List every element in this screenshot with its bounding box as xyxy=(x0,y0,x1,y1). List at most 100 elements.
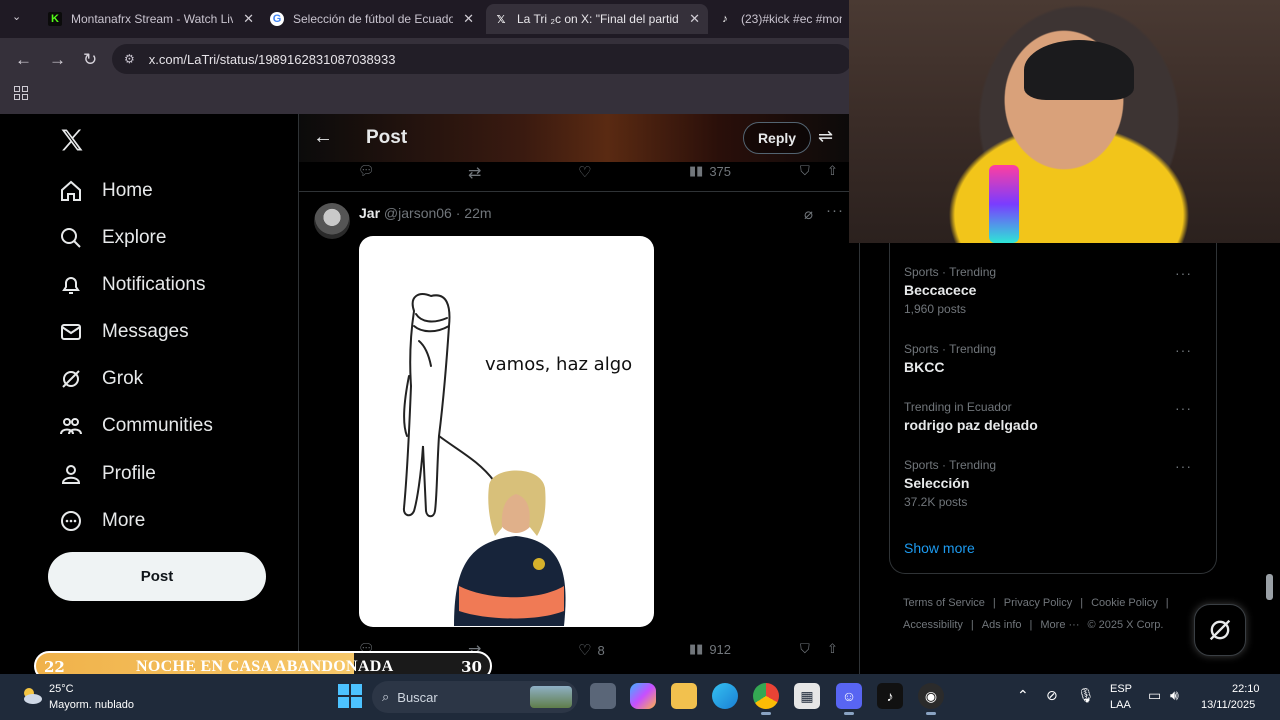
footer-sep: | xyxy=(1165,597,1169,609)
apps-grid-icon[interactable] xyxy=(14,86,28,100)
tab-title: (23)#kick #ec #montan xyxy=(741,12,842,26)
scrollbar-thumb[interactable] xyxy=(1266,574,1273,600)
language-indicator[interactable]: ESP xyxy=(1110,683,1132,695)
keyboard-layout[interactable]: LAA xyxy=(1110,699,1131,711)
x-logo-icon[interactable] xyxy=(58,126,86,154)
views-stat[interactable]: ▮▮ 375 xyxy=(689,163,731,179)
taskbar-search[interactable]: ⌕ Buscar xyxy=(372,681,578,713)
trend-item[interactable]: Sports · Trending Beccacece 1,960 posts … xyxy=(904,265,1204,316)
tab-montanafrx[interactable]: K Montanafrx Stream - Watch Live ✕ xyxy=(40,4,262,34)
nav-profile[interactable]: Profile xyxy=(58,459,156,489)
tab-title: Selección de fútbol de Ecuador xyxy=(293,12,454,26)
url-text: x.com/LaTri/status/1989162831087038933 xyxy=(148,51,396,67)
trend-name: BKCC xyxy=(904,359,945,375)
more-options-icon[interactable]: ··· xyxy=(1175,265,1192,281)
tab-seleccion[interactable]: G Selección de fútbol de Ecuador ✕ xyxy=(262,4,482,34)
chrome-icon[interactable] xyxy=(753,683,779,715)
nav-explore[interactable]: Explore xyxy=(58,223,166,253)
sliders-icon[interactable]: ⇌ xyxy=(818,126,833,147)
share-icon[interactable]: ⇧ xyxy=(827,163,838,179)
more-options-icon[interactable]: ··· xyxy=(1175,400,1192,416)
discord-icon[interactable]: ☺ xyxy=(836,683,862,715)
edge-icon[interactable] xyxy=(712,683,738,709)
like-count: 8 xyxy=(597,642,605,658)
tab-title: Montanafrx Stream - Watch Live xyxy=(71,12,234,26)
trend-item[interactable]: Trending in Ecuador rodrigo paz delgado … xyxy=(904,400,1204,433)
weather-cloud-icon[interactable] xyxy=(20,684,44,708)
compose-post-button[interactable]: Post xyxy=(48,552,266,601)
bookmark-icon[interactable]: ⛉ xyxy=(800,641,810,657)
back-arrow-icon[interactable]: ← xyxy=(313,126,333,149)
like-icon[interactable]: ♡ xyxy=(578,163,591,181)
nav-notifications[interactable]: Notifications xyxy=(58,270,206,300)
back-arrow-icon[interactable]: ← xyxy=(15,50,32,70)
search-highlight-image xyxy=(530,686,572,708)
repost-icon[interactable]: ⇄ xyxy=(468,163,481,183)
site-info-icon[interactable]: ⚙ xyxy=(124,52,135,66)
taskbar: 25°C Mayorm. nublado ⌕ Buscar ▦ ☺ ♪ ◉ ⌃ … xyxy=(0,674,1280,720)
clock-date[interactable]: 13/11/2025 xyxy=(1201,699,1255,711)
more-options-icon[interactable]: ··· xyxy=(826,202,844,219)
bookmark-icon[interactable]: ⛉ xyxy=(800,163,810,179)
footer-link-more[interactable]: More ··· xyxy=(1040,619,1079,631)
footer-link-cookie[interactable]: Cookie Policy xyxy=(1091,597,1158,609)
chevron-up-icon[interactable]: ⌃ xyxy=(1017,687,1029,704)
windows-start-icon[interactable] xyxy=(338,684,362,708)
nav-label: Home xyxy=(102,180,153,201)
reply-icon[interactable]: 💬︎ xyxy=(358,163,375,179)
footer-links: Terms of Service | Privacy Policy | Cookie P… xyxy=(903,592,1203,636)
reply-button[interactable]: Reply xyxy=(743,122,811,154)
close-tab-icon[interactable]: ✕ xyxy=(689,11,700,27)
post-image[interactable]: vamos, haz algo xyxy=(359,236,654,627)
volume-icon[interactable]: 🔊︎ xyxy=(1170,687,1179,704)
nav-messages[interactable]: Messages xyxy=(58,317,189,347)
grok-floating-button[interactable] xyxy=(1194,604,1246,656)
tiktok-icon[interactable]: ♪ xyxy=(877,683,903,709)
nav-more[interactable]: More xyxy=(58,506,145,536)
tab-tiktok[interactable]: ♪ (23)#kick #ec #montan xyxy=(710,4,850,34)
more-options-icon[interactable]: ··· xyxy=(1175,342,1192,358)
views-icon: ▮▮ xyxy=(689,641,704,656)
address-bar[interactable]: ⚙ x.com/LaTri/status/1989162831087038933 xyxy=(112,44,852,74)
weather-description[interactable]: Mayorm. nublado xyxy=(49,699,134,711)
browser-tab-strip: ⌄ K Montanafrx Stream - Watch Live ✕ G S… xyxy=(0,0,850,38)
grok-icon[interactable]: ⌀ xyxy=(804,205,813,223)
close-tab-icon[interactable]: ✕ xyxy=(463,11,474,27)
share-icon[interactable]: ⇧ xyxy=(827,641,838,657)
weather-temperature[interactable]: 25°C xyxy=(49,683,74,695)
microphone-icon[interactable]: 🎙︎ xyxy=(1077,687,1095,704)
tab-latri-x[interactable]: 𝕏 La Tri ₂c on X: "Final del partido ✕ xyxy=(486,4,708,34)
display-icon[interactable]: ▭ xyxy=(1148,687,1161,704)
footer-link-terms[interactable]: Terms of Service xyxy=(903,597,985,609)
reload-icon[interactable]: ↻ xyxy=(83,50,97,70)
author-handle-time: @jarson06 · 22m xyxy=(383,205,492,221)
clock-time[interactable]: 22:10 xyxy=(1232,683,1260,695)
home-icon xyxy=(58,178,84,204)
like-stat[interactable]: ♡ 8 xyxy=(578,641,605,659)
google-icon: G xyxy=(270,12,284,26)
store-icon[interactable]: ▦ xyxy=(794,683,820,709)
footer-link-ads[interactable]: Ads info xyxy=(982,619,1022,631)
network-off-icon[interactable]: ⊘ xyxy=(1046,687,1058,704)
nav-communities[interactable]: Communities xyxy=(58,411,213,441)
views-stat[interactable]: ▮▮ 912 xyxy=(689,641,731,657)
trend-item[interactable]: Sports · Trending BKCC ··· xyxy=(904,342,1204,375)
trend-item[interactable]: Sports · Trending Selección 37.2K posts … xyxy=(904,458,1204,509)
meme-caption: vamos, haz algo xyxy=(485,354,633,375)
show-more-link[interactable]: Show more xyxy=(904,540,975,556)
author-name[interactable]: Jar xyxy=(359,205,380,221)
obs-icon[interactable]: ◉ xyxy=(918,683,944,715)
footer-link-privacy[interactable]: Privacy Policy xyxy=(1004,597,1072,609)
tab-search-button[interactable]: ⌄ xyxy=(12,10,21,23)
bell-icon xyxy=(58,272,84,298)
forward-arrow-icon[interactable]: → xyxy=(49,50,66,70)
close-tab-icon[interactable]: ✕ xyxy=(243,11,254,27)
footer-link-accessibility[interactable]: Accessibility xyxy=(903,619,963,631)
task-view-icon[interactable] xyxy=(590,683,616,709)
more-options-icon[interactable]: ··· xyxy=(1175,458,1192,474)
nav-grok[interactable]: Grok xyxy=(58,364,143,394)
copilot-icon[interactable] xyxy=(630,683,656,709)
avatar[interactable] xyxy=(314,203,350,239)
nav-home[interactable]: Home xyxy=(58,176,153,206)
file-explorer-icon[interactable] xyxy=(671,683,697,709)
